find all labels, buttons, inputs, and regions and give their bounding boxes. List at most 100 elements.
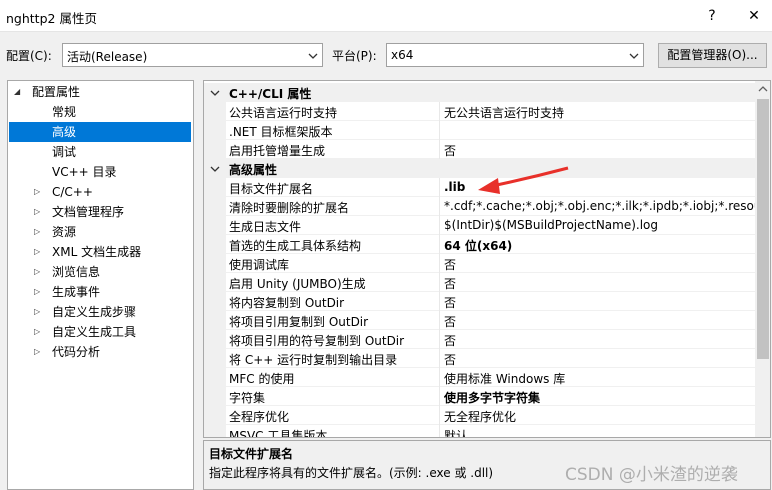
collapsed-triangle-icon[interactable]: ▷	[34, 302, 44, 322]
property-value[interactable]: 无公共语言运行时支持	[444, 104, 755, 121]
close-button[interactable]: ✕	[742, 4, 766, 28]
property-value[interactable]: 否	[444, 294, 755, 311]
tree-item-label: XML 文档生成器	[52, 245, 142, 259]
row-gutter	[204, 406, 226, 425]
property-value[interactable]: .lib	[444, 180, 755, 194]
collapsed-triangle-icon[interactable]: ▷	[34, 242, 44, 262]
property-grid: C++/CLI 属性 公共语言运行时支持 无公共语言运行时支持 .NET 目标框架版本…	[203, 80, 771, 438]
property-row[interactable]: 将 C++ 运行时复制到输出目录 否	[204, 349, 755, 368]
column-divider	[439, 197, 440, 216]
column-divider	[439, 254, 440, 273]
property-row[interactable]: 生成日志文件 $(IntDir)$(MSBuildProjectName).log	[204, 216, 755, 235]
property-value[interactable]: 否	[444, 313, 755, 330]
tree-item[interactable]: ▷ 自定义生成工具	[34, 322, 184, 342]
property-name: 将项目引用复制到 OutDir	[229, 315, 369, 329]
property-row[interactable]: .NET 目标框架版本	[204, 121, 755, 140]
category-name: 高级属性	[229, 163, 278, 177]
property-value[interactable]: 否	[444, 256, 755, 273]
row-gutter	[204, 102, 226, 121]
property-value[interactable]: 64 位(x64)	[444, 237, 755, 254]
collapse-caret-icon[interactable]	[210, 88, 220, 98]
property-row[interactable]: 全程序优化 无全程序优化	[204, 406, 755, 425]
collapsed-triangle-icon[interactable]: ▷	[34, 342, 44, 362]
collapsed-triangle-icon[interactable]: ▷	[34, 222, 44, 242]
property-value[interactable]: 默认	[444, 427, 755, 437]
property-row[interactable]: 目标文件扩展名 .lib	[204, 178, 755, 197]
platform-label: 平台(P):	[332, 49, 377, 63]
tree-item[interactable]: ▷ 自定义生成步骤	[34, 302, 184, 322]
column-divider	[439, 292, 440, 311]
tree-root[interactable]: ◢ 配置属性	[14, 82, 184, 102]
help-button[interactable]: ?	[700, 4, 724, 28]
column-divider	[439, 311, 440, 330]
property-value[interactable]: 否	[444, 275, 755, 292]
row-gutter	[204, 273, 226, 292]
tree-item[interactable]: ▷ 资源	[34, 222, 184, 242]
property-row[interactable]: 将内容复制到 OutDir 否	[204, 292, 755, 311]
tree-item[interactable]: 常规	[34, 102, 184, 122]
tree-item-label: VC++ 目录	[52, 165, 117, 179]
row-gutter	[204, 121, 226, 140]
category-row[interactable]: C++/CLI 属性	[204, 83, 755, 102]
description-title: 目标文件扩展名	[209, 447, 294, 461]
property-value[interactable]: 否	[444, 332, 755, 349]
property-row[interactable]: 使用调试库 否	[204, 254, 755, 273]
property-value[interactable]: 否	[444, 351, 755, 368]
collapse-caret-icon[interactable]	[210, 164, 220, 174]
property-row[interactable]: 将项目引用复制到 OutDir 否	[204, 311, 755, 330]
property-row[interactable]: 公共语言运行时支持 无公共语言运行时支持	[204, 102, 755, 121]
tree-item-label: 资源	[52, 225, 77, 239]
chevron-down-icon	[308, 53, 318, 59]
tree-item[interactable]: VC++ 目录	[34, 162, 184, 182]
property-row[interactable]: 字符集 使用多字节字符集	[204, 387, 755, 406]
tree-item-label: 常规	[52, 105, 77, 119]
column-divider	[439, 216, 440, 235]
config-manager-button[interactable]: 配置管理器(O)...	[658, 43, 767, 68]
property-row[interactable]: MSVC 工具集版本 默认	[204, 425, 755, 438]
property-name: MSVC 工具集版本	[229, 429, 328, 438]
tree-item[interactable]: 调试	[34, 142, 184, 162]
scrollbar-thumb[interactable]	[757, 99, 769, 359]
collapsed-triangle-icon[interactable]: ▷	[34, 262, 44, 282]
tree-item[interactable]: 高级	[9, 122, 191, 142]
property-value[interactable]: $(IntDir)$(MSBuildProjectName).log	[444, 218, 755, 232]
chevron-down-icon	[629, 53, 639, 59]
tree-item[interactable]: ▷ C/C++	[34, 182, 184, 202]
property-row[interactable]: 首选的生成工具体系结构 64 位(x64)	[204, 235, 755, 254]
category-row[interactable]: 高级属性	[204, 159, 755, 178]
tree-item[interactable]: ▷ 生成事件	[34, 282, 184, 302]
expanded-triangle-icon: ◢	[14, 87, 21, 96]
property-value[interactable]: 无全程序优化	[444, 408, 755, 425]
property-value[interactable]: *.cdf;*.cache;*.obj;*.obj.enc;*.ilk;*.ip…	[444, 199, 755, 213]
collapsed-triangle-icon[interactable]: ▷	[34, 182, 44, 202]
column-divider	[439, 406, 440, 425]
property-name: 目标文件扩展名	[229, 182, 314, 196]
vertical-scrollbar[interactable]	[755, 81, 771, 437]
property-name: 启用 Unity (JUMBO)生成	[229, 277, 366, 291]
tree-item[interactable]: ▷ 浏览信息	[34, 262, 184, 282]
property-row[interactable]: 将项目引用的符号复制到 OutDir 否	[204, 330, 755, 349]
property-value[interactable]: 否	[444, 142, 755, 159]
tree-item[interactable]: ▷ 代码分析	[34, 342, 184, 362]
collapsed-triangle-icon[interactable]: ▷	[34, 202, 44, 222]
property-row[interactable]: 启用 Unity (JUMBO)生成 否	[204, 273, 755, 292]
collapsed-triangle-icon[interactable]: ▷	[34, 282, 44, 302]
property-row[interactable]: MFC 的使用 使用标准 Windows 库	[204, 368, 755, 387]
config-value: 活动(Release)	[67, 50, 148, 64]
row-gutter	[204, 254, 226, 273]
column-divider	[439, 121, 440, 140]
scroll-up-icon[interactable]	[755, 81, 771, 97]
config-dropdown[interactable]: 活动(Release)	[62, 43, 323, 67]
tree-item[interactable]: ▷ 文档管理程序	[34, 202, 184, 222]
property-row[interactable]: 清除时要删除的扩展名 *.cdf;*.cache;*.obj;*.obj.enc;…	[204, 197, 755, 216]
property-row[interactable]: 启用托管增量生成 否	[204, 140, 755, 159]
property-value[interactable]: 使用标准 Windows 库	[444, 370, 755, 387]
property-name: 将项目引用的符号复制到 OutDir	[229, 334, 405, 348]
tree-item-label: 调试	[52, 145, 77, 159]
collapsed-triangle-icon[interactable]: ▷	[34, 322, 44, 342]
column-divider	[439, 349, 440, 368]
property-name: 将内容复制到 OutDir	[229, 296, 345, 310]
tree-item[interactable]: ▷ XML 文档生成器	[34, 242, 184, 262]
property-value[interactable]: 使用多字节字符集	[444, 389, 755, 406]
platform-dropdown[interactable]: x64	[386, 43, 644, 67]
